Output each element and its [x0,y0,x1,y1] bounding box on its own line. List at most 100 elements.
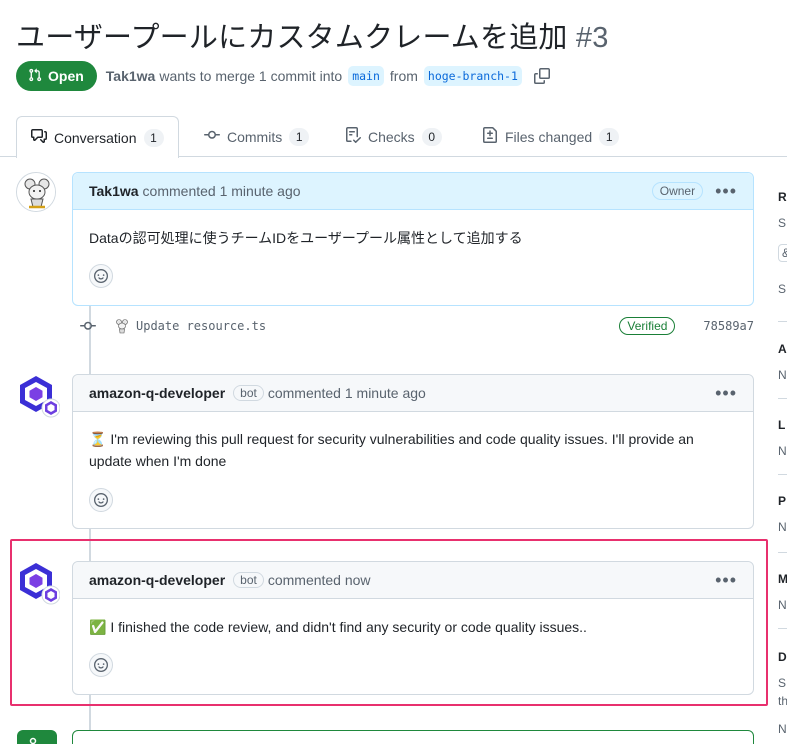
sidebar-text: S [778,282,787,296]
state-badge: Open [16,61,97,91]
comment-header: amazon-q-developer bot commented now ••• [73,562,753,599]
mouse-avatar-icon [116,319,128,334]
git-commit-icon [204,127,220,146]
tab-conversation[interactable]: Conversation 1 [16,116,179,158]
kebab-menu-icon[interactable]: ••• [715,182,737,200]
timeline-line [89,694,91,730]
pull-request-icon [28,68,42,85]
copy-icon[interactable] [533,68,550,84]
pr-author-link[interactable]: Tak1wa [106,68,156,84]
sidebar-text: S [778,676,787,690]
tab-conversation-count: 1 [143,128,164,147]
sidebar-heading-development[interactable]: D [778,650,787,664]
pr-title-text: ユーザープールにカスタムクレームを追加 [16,22,568,54]
comment-text-content: I'm reviewing this pull request for secu… [89,431,694,469]
verified-badge[interactable]: Verified [619,317,676,335]
state-label: Open [48,68,84,84]
tab-files-changed-label: Files changed [505,128,593,145]
add-reaction-button[interactable] [89,264,113,288]
sidebar-text: N [778,368,787,382]
commit-author-avatar[interactable] [114,318,130,334]
file-diff-icon [482,127,498,146]
check-mark-icon: ✅ [89,619,107,635]
commit-row: Update resource.ts Verified 78589a7 [80,313,754,339]
commit-message-link[interactable]: Update resource.ts [136,319,266,333]
git-commit-icon [80,318,96,334]
kebab-menu-icon[interactable]: ••• [715,571,737,589]
merge-box [72,730,754,744]
comment-timestamp[interactable]: commented now [268,572,371,588]
comment-author-link[interactable]: amazon-q-developer [89,385,225,401]
comment-body: ✅ I finished the code review, and didn't… [73,599,753,677]
merge-text: wants to merge 1 commit into [159,68,343,84]
comment-text: Dataの認可処理に使うチームIDをユーザープール属性として追加する [89,230,523,246]
sidebar-divider [778,398,787,399]
comment-timestamp[interactable]: commented 1 minute ago [143,183,301,199]
bot-badge: bot [233,385,264,401]
kebab-menu-icon[interactable]: ••• [715,384,737,402]
sidebar-text: N [778,722,787,736]
sidebar-text: N [778,598,787,612]
smiley-icon [94,658,108,672]
avatar[interactable] [16,374,61,418]
smiley-icon [94,493,108,507]
bot-badge: bot [233,572,264,588]
sidebar-heading-labels[interactable]: L [778,418,785,432]
comment-card: amazon-q-developer bot commented 1 minut… [72,374,754,529]
hourglass-icon: ⏳ [89,431,107,447]
pr-tabs: Conversation 1 Commits 1 Checks 0 Files … [0,116,787,158]
tab-commits[interactable]: Commits 1 [204,116,310,157]
sidebar-heading-projects[interactable]: P [778,494,786,508]
commit-sha-link[interactable]: 78589a7 [703,319,754,333]
sidebar-heading-reviewers[interactable]: R [778,190,787,204]
tab-conversation-label: Conversation [54,129,137,146]
checklist-icon [345,127,362,146]
smiley-icon [94,269,108,283]
head-branch-link[interactable]: hoge-branch-1 [423,66,522,86]
sidebar-text: N [778,520,787,534]
tab-checks[interactable]: Checks 0 [345,116,442,157]
base-branch-link[interactable]: main [348,66,384,86]
pr-number: #3 [575,22,609,54]
comment-card: Tak1wa commented 1 minute ago Owner ••• … [72,172,754,306]
tab-files-changed[interactable]: Files changed 1 [482,116,620,157]
comment-card: amazon-q-developer bot commented now •••… [72,561,754,695]
pr-title: ユーザープールにカスタムクレームを追加 #3 [16,14,609,56]
comment-header: Tak1wa commented 1 minute ago Owner ••• [73,173,753,210]
comment-author-link[interactable]: Tak1wa [89,183,139,199]
tab-commits-label: Commits [227,128,283,145]
sidebar-heading-assignees[interactable]: A [778,342,787,356]
timeline-line [89,528,91,562]
mouse-avatar-icon [17,173,55,211]
sidebar-divider [778,474,787,475]
sidebar-text: N [778,444,787,458]
comment-text: ✅ I finished the code review, and didn't… [89,616,737,638]
sidebar-divider [778,552,787,553]
sidebar: R S & S A N L N P N M N D S th N [760,180,787,744]
sidebar-heading-milestone[interactable]: M [778,572,787,586]
git-merge-icon [29,737,37,744]
add-reaction-button[interactable] [89,488,113,512]
add-reaction-button[interactable] [89,653,113,677]
sidebar-divider [778,628,787,629]
comment-body: Dataの認可処理に使うチームIDをユーザープール属性として追加する [73,210,753,288]
comment-author-link[interactable]: amazon-q-developer [89,572,225,588]
sidebar-text: th [778,694,787,708]
tab-checks-count: 0 [421,127,442,146]
owner-badge: Owner [651,182,704,200]
amazon-q-logo-icon [20,376,61,418]
comment-text: ⏳ I'm reviewing this pull request for se… [89,428,737,472]
comment-body: ⏳ I'm reviewing this pull request for se… [73,412,753,512]
comment-header: amazon-q-developer bot commented 1 minut… [73,375,753,412]
comment-discussion-icon [31,128,47,147]
tab-commits-count: 1 [289,127,310,146]
avatar[interactable] [16,172,56,212]
comment-timestamp[interactable]: commented 1 minute ago [268,385,426,401]
sidebar-divider [778,321,787,322]
sidebar-button[interactable]: & [778,244,787,262]
tab-checks-label: Checks [368,128,415,145]
from-text: from [389,68,418,84]
merge-status-icon [17,730,57,744]
amazon-q-logo-icon [20,563,61,605]
avatar[interactable] [16,561,61,605]
